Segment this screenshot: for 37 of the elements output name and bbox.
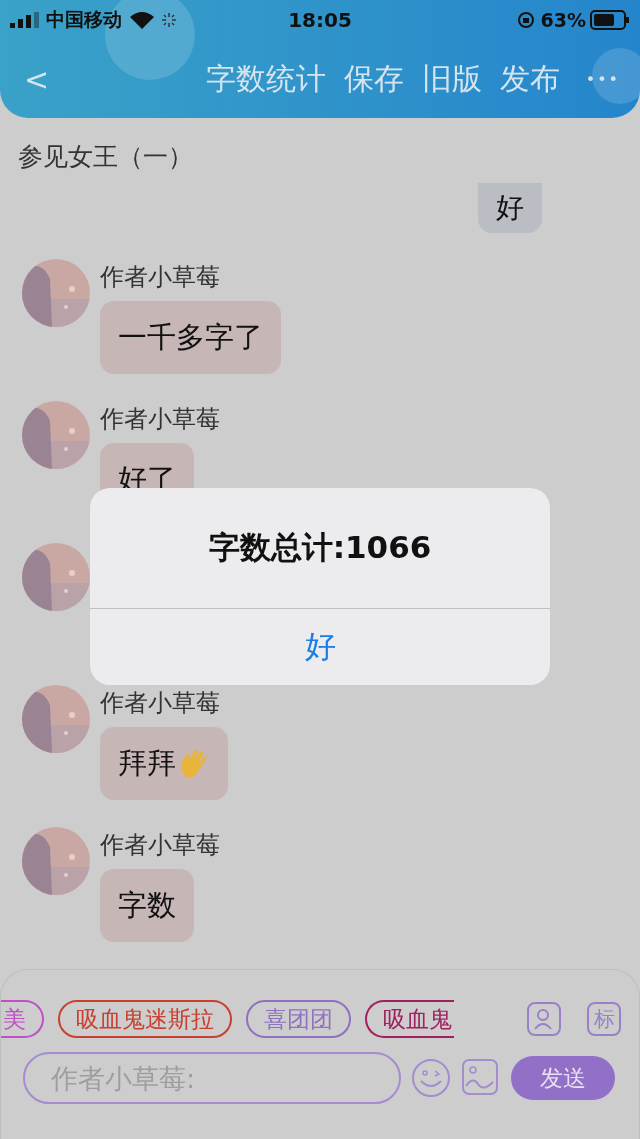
character-tag[interactable]: 喜团团 bbox=[246, 1000, 351, 1038]
message-bubble: 好 bbox=[478, 183, 542, 233]
rotation-lock-icon bbox=[516, 11, 535, 29]
loading-icon bbox=[162, 13, 176, 27]
smiley-icon bbox=[411, 1058, 451, 1098]
author-name: 作者小草莓 bbox=[100, 830, 220, 861]
battery-percent: 63% bbox=[540, 9, 586, 31]
signal-icon bbox=[10, 12, 40, 28]
emoji-button[interactable] bbox=[411, 1058, 451, 1098]
carrier-name: 中国移动 bbox=[46, 7, 122, 32]
chapter-title: 参见女王（一） bbox=[17, 141, 194, 173]
mark-button[interactable]: 标 bbox=[587, 1002, 621, 1036]
image-button[interactable] bbox=[461, 1058, 501, 1098]
author-name: 作者小草莓 bbox=[100, 262, 220, 293]
wifi-icon bbox=[130, 11, 154, 29]
message-bubble: 一千多字了 bbox=[100, 301, 281, 374]
contact-button[interactable] bbox=[527, 1002, 561, 1036]
author-name: 作者小草莓 bbox=[100, 404, 220, 435]
nav-action[interactable]: 保存 bbox=[343, 58, 404, 100]
person-icon bbox=[533, 1007, 555, 1031]
nav-action[interactable]: 字数统计 bbox=[205, 58, 326, 100]
back-button[interactable]: < bbox=[24, 61, 50, 97]
battery-icon bbox=[590, 10, 630, 30]
nav-action[interactable]: 旧版 bbox=[421, 58, 482, 100]
nav-action[interactable]: 发布 bbox=[499, 58, 560, 100]
ok-button[interactable]: 好 bbox=[90, 608, 550, 685]
message-bubble: 字数 bbox=[100, 869, 194, 942]
alert-title: 字数总计:1066 bbox=[207, 528, 433, 567]
send-button[interactable]: 发送 bbox=[511, 1056, 615, 1100]
message-bubble: 拜拜 bbox=[100, 727, 228, 800]
character-tag[interactable]: 吸血鬼迷斯拉 bbox=[58, 1000, 232, 1038]
clock-time: 18:05 bbox=[287, 8, 353, 32]
character-tag[interactable]: 吸血鬼 bbox=[365, 1000, 454, 1038]
image-icon bbox=[461, 1058, 499, 1096]
author-name: 作者小草莓 bbox=[100, 688, 220, 719]
character-tag[interactable]: 美 bbox=[1, 1000, 44, 1038]
more-button[interactable]: ••• bbox=[585, 69, 620, 89]
